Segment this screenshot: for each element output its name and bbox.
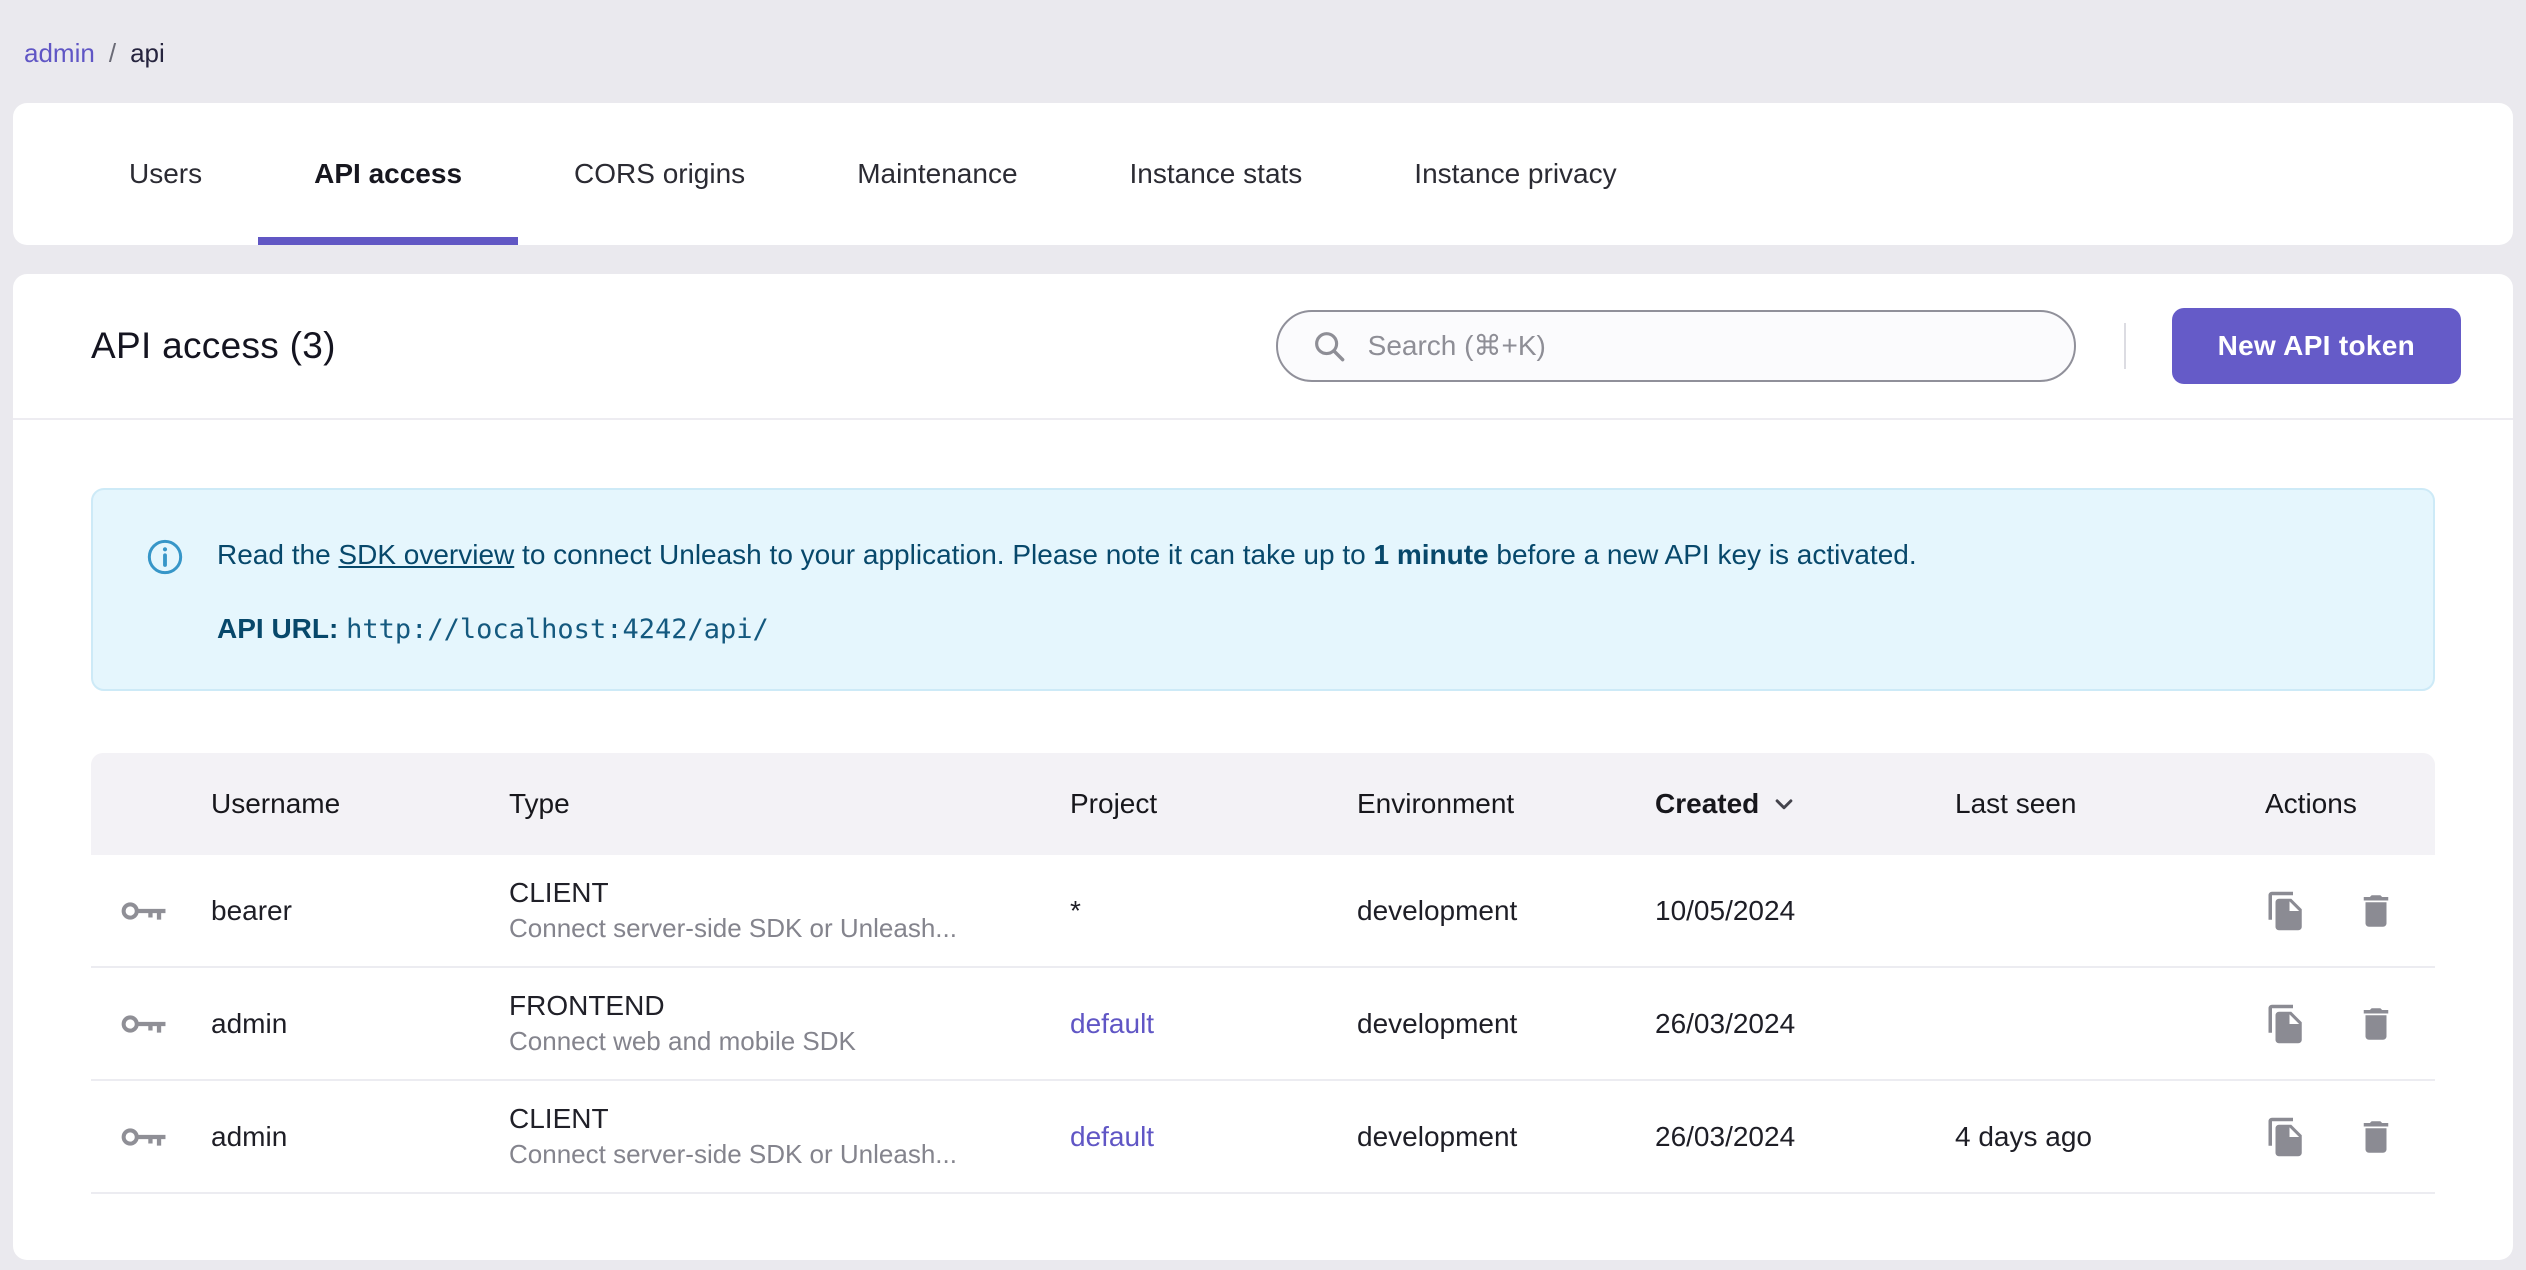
- cell-token-icon: [91, 899, 211, 923]
- col-environment: Environment: [1357, 788, 1515, 819]
- alert-text-middle: to connect Unleash to your application. …: [514, 539, 1374, 570]
- col-created[interactable]: Created: [1655, 788, 1955, 820]
- info-alert: Read the SDK overview to connect Unleash…: [91, 488, 2435, 691]
- cell-type: FRONTEND Connect web and mobile SDK: [509, 988, 1070, 1058]
- copy-token-button[interactable]: [2265, 1003, 2307, 1045]
- tab-cors-origins[interactable]: CORS origins: [518, 103, 801, 245]
- table-row: admin FRONTEND Connect web and mobile SD…: [91, 968, 2435, 1081]
- api-access-card: API access (3) New API token Read the SD…: [13, 274, 2513, 1260]
- settings-tabs: Users API access CORS origins Maintenanc…: [13, 103, 2513, 245]
- api-url-value: http://localhost:4242/api/: [346, 614, 769, 645]
- api-url-label: API URL:: [217, 613, 339, 644]
- alert-text-before-link: Read the: [217, 539, 339, 570]
- tab-cors-origins-label: CORS origins: [574, 158, 746, 189]
- tab-instance-stats[interactable]: Instance stats: [1074, 103, 1359, 245]
- tab-maintenance[interactable]: Maintenance: [801, 103, 1073, 245]
- alert-text: Read the SDK overview to connect Unleash…: [217, 536, 1917, 574]
- sort-desc-icon: [1769, 789, 1799, 819]
- col-project: Project: [1070, 788, 1158, 819]
- key-icon: [121, 1012, 167, 1036]
- cell-last-seen: 4 days ago: [1955, 1120, 2092, 1152]
- cell-environment: development: [1357, 1007, 1518, 1039]
- cell-token-icon: [91, 1125, 211, 1149]
- api-tokens-table: Username Type Project Environment Create…: [91, 753, 2435, 1194]
- alert-message: Read the SDK overview to connect Unleash…: [145, 536, 2393, 577]
- table-header-row: Username Type Project Environment Create…: [91, 753, 2435, 855]
- tab-maintenance-label: Maintenance: [857, 158, 1018, 189]
- cell-environment: development: [1357, 894, 1518, 926]
- cell-type: CLIENT Connect server-side SDK or Unleas…: [509, 1101, 1070, 1171]
- col-type[interactable]: Type: [509, 788, 1070, 820]
- col-created-label: Created: [1655, 788, 1760, 819]
- search: [1275, 310, 2076, 382]
- alert-bold-text: 1 minute: [1373, 539, 1489, 570]
- cell-username: admin: [211, 1007, 288, 1039]
- col-last-seen[interactable]: Last seen: [1955, 788, 2251, 820]
- tab-instance-privacy-label: Instance privacy: [1414, 158, 1617, 189]
- cell-actions: [2251, 890, 2435, 932]
- cell-environment: development: [1357, 1120, 1518, 1152]
- token-type: CLIENT: [509, 1103, 609, 1135]
- cell-created: 10/05/2024: [1655, 894, 1796, 926]
- info-icon: [145, 537, 185, 577]
- token-type-description: Connect server-side SDK or Unleash...: [509, 912, 957, 943]
- breadcrumb-admin-link[interactable]: admin: [24, 38, 95, 68]
- tab-api-access[interactable]: API access: [258, 103, 518, 245]
- search-input[interactable]: [1275, 310, 2076, 382]
- cell-username: bearer: [211, 894, 292, 926]
- alert-text-end: before a new API key is activated.: [1488, 539, 1917, 570]
- header-divider: [2123, 323, 2126, 369]
- token-type: FRONTEND: [509, 990, 665, 1022]
- breadcrumb-separator: /: [108, 38, 117, 68]
- table-row: bearer CLIENT Connect server-side SDK or…: [91, 855, 2435, 968]
- delete-token-button[interactable]: [2355, 1003, 2397, 1045]
- page-title: API access (3): [91, 325, 336, 366]
- tab-api-access-label: API access: [314, 158, 463, 189]
- col-username[interactable]: Username: [211, 788, 509, 820]
- search-icon: [1310, 327, 1348, 365]
- cell-actions: [2251, 1116, 2435, 1158]
- cell-username: admin: [211, 1120, 288, 1152]
- tab-instance-privacy[interactable]: Instance privacy: [1358, 103, 1672, 245]
- new-api-token-button[interactable]: New API token: [2171, 308, 2461, 384]
- delete-token-button[interactable]: [2355, 1116, 2397, 1158]
- cell-project-link[interactable]: default: [1070, 1121, 1357, 1153]
- key-icon: [121, 1125, 167, 1149]
- card-header: API access (3) New API token: [13, 274, 2513, 420]
- delete-token-button[interactable]: [2355, 890, 2397, 932]
- copy-token-button[interactable]: [2265, 1116, 2307, 1158]
- cell-type: CLIENT Connect server-side SDK or Unleas…: [509, 875, 1070, 945]
- token-type-description: Connect web and mobile SDK: [509, 1025, 856, 1056]
- cell-project: *: [1070, 894, 1081, 926]
- breadcrumb: admin / api: [0, 0, 2526, 103]
- cell-project-link[interactable]: default: [1070, 1008, 1357, 1040]
- cell-created: 26/03/2024: [1655, 1007, 1796, 1039]
- breadcrumb-current: api: [130, 38, 165, 68]
- sdk-overview-link[interactable]: SDK overview: [338, 539, 514, 570]
- cell-token-icon: [91, 1012, 211, 1036]
- token-type-description: Connect server-side SDK or Unleash...: [509, 1138, 957, 1169]
- tab-users[interactable]: Users: [73, 103, 258, 245]
- api-url-line: API URL: http://localhost:4242/api/: [217, 613, 2393, 645]
- cell-created: 26/03/2024: [1655, 1120, 1796, 1152]
- cell-actions: [2251, 1003, 2435, 1045]
- key-icon: [121, 899, 167, 923]
- col-actions: Actions: [2265, 788, 2357, 819]
- page: admin / api Users API access CORS origins …: [0, 0, 2526, 1260]
- table-row: admin CLIENT Connect server-side SDK or …: [91, 1081, 2435, 1194]
- tab-users-label: Users: [129, 158, 203, 189]
- copy-token-button[interactable]: [2265, 890, 2307, 932]
- tab-instance-stats-label: Instance stats: [1129, 158, 1303, 189]
- token-type: CLIENT: [509, 877, 609, 909]
